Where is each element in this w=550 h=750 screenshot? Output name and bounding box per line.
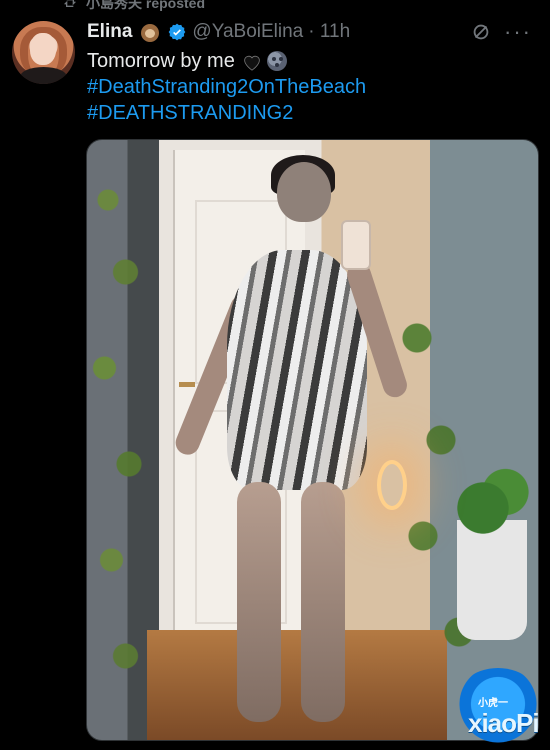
author-avatar[interactable] bbox=[12, 21, 75, 84]
tweet-media-image[interactable] bbox=[86, 139, 539, 741]
grok-icon[interactable] bbox=[470, 21, 492, 43]
verified-badge-icon bbox=[169, 23, 186, 41]
tweet-text: Tomorrow by me #DeathStranding2OnTheBeac… bbox=[87, 48, 534, 126]
moon-emoji-icon bbox=[266, 51, 287, 71]
author-handle[interactable]: @YaBoiElina bbox=[192, 21, 303, 43]
ring-lamp bbox=[377, 460, 407, 510]
repost-icon bbox=[64, 0, 76, 7]
potted-plant bbox=[447, 460, 537, 640]
black-heart-emoji-icon bbox=[242, 52, 262, 71]
door-handle bbox=[179, 382, 195, 387]
tweet-header: Elina @YaBoiElina · 11h ··· bbox=[87, 19, 532, 45]
more-icon[interactable]: ··· bbox=[504, 21, 532, 43]
hashtag-line: #DeathStranding2OnTheBeach bbox=[87, 74, 534, 100]
phone bbox=[341, 220, 371, 270]
person-dress bbox=[227, 250, 367, 490]
watermark-small-text: 小虎一 bbox=[478, 698, 508, 709]
tweet-time[interactable]: · 11h bbox=[308, 21, 350, 43]
repost-bar: 小島秀夫 reposted bbox=[62, 0, 205, 12]
ivy-plant bbox=[87, 140, 157, 740]
hashtag-line: #DEATHSTRANDING2 bbox=[87, 100, 534, 126]
person-leg bbox=[301, 482, 345, 722]
ivy-plant bbox=[393, 140, 513, 740]
monkey-emoji-icon bbox=[138, 20, 162, 44]
person-leg bbox=[237, 482, 281, 722]
tweet-body: Tomorrow by me bbox=[87, 50, 235, 72]
watermark-logo-text: xiaoPi bbox=[468, 708, 540, 738]
person-head bbox=[277, 162, 331, 222]
tweet-text-line: Tomorrow by me bbox=[87, 48, 534, 74]
repost-text: 小島秀夫 reposted bbox=[86, 0, 206, 11]
author-name[interactable]: Elina bbox=[87, 21, 132, 43]
header-actions: ··· bbox=[470, 21, 532, 43]
hashtag-link-2[interactable]: #DEATHSTRANDING2 bbox=[87, 100, 293, 126]
hashtag-link-1[interactable]: #DeathStranding2OnTheBeach bbox=[87, 74, 366, 100]
